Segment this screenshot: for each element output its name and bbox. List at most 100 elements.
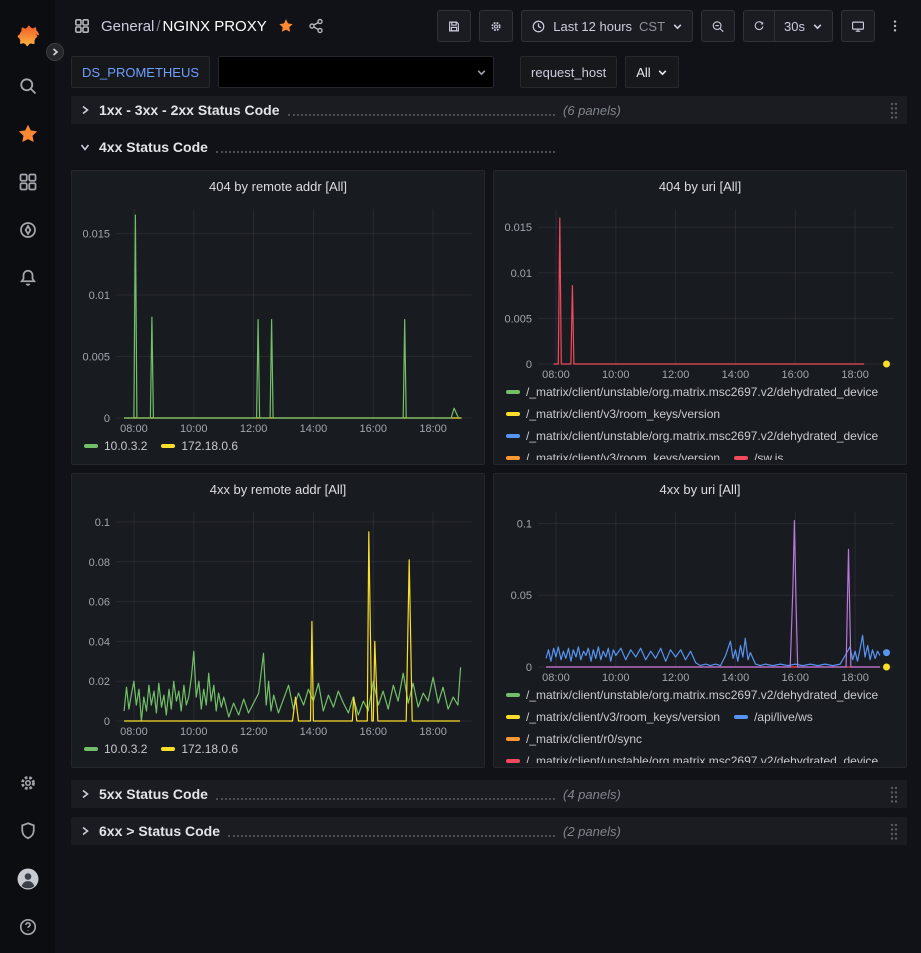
row-dotted-leader [216,151,555,153]
chevron-down-icon [657,67,668,78]
save-dashboard-button[interactable] [437,10,471,42]
svg-text:18:00: 18:00 [841,369,869,381]
panel-title[interactable]: 4xx by uri [All] [498,474,902,504]
share-dashboard-button[interactable] [305,15,327,37]
row-5xx[interactable]: 5xx Status Code (4 panels) [71,780,907,808]
time-range-label: Last 12 hours [553,19,632,34]
sidebar-item-dashboards[interactable] [0,158,55,206]
sidebar-item-explore[interactable] [0,206,55,254]
kebab-menu-icon [888,18,902,34]
apps-grid-icon[interactable] [71,15,93,37]
series-color-swatch [84,747,98,751]
dashboard-settings-button[interactable] [479,10,513,42]
breadcrumb-separator: / [156,18,160,35]
series-color-swatch [734,456,748,460]
favorite-star-button[interactable] [275,15,297,37]
svg-text:0: 0 [526,662,532,674]
legend-item[interactable]: 10.0.3.2 [84,438,147,454]
panel-legend: /_matrix/client/unstable/org.matrix.msc2… [498,382,902,460]
chart-404-by-uri[interactable]: 08:0010:0012:0014:0016:0018:0000.0050.01… [498,201,902,382]
legend-item[interactable]: /_matrix/client/v3/room_keys/version [506,406,720,422]
breadcrumb-section[interactable]: General [101,18,154,35]
chart-4xx-by-uri[interactable]: 08:0010:0012:0014:0016:0018:0000.050.1 [498,504,902,685]
svg-text:08:00: 08:00 [542,369,570,381]
chevron-down-icon [672,21,683,32]
sidebar-item-alerting[interactable] [0,254,55,302]
svg-text:12:00: 12:00 [662,369,690,381]
svg-text:16:00: 16:00 [360,726,388,738]
sidebar-item-configuration[interactable] [0,759,55,807]
refresh-interval-dropdown[interactable]: 30s [775,10,833,42]
svg-text:14:00: 14:00 [722,369,750,381]
row-panel-count: (6 panels) [563,103,621,118]
row-drag-handle[interactable] [889,822,899,840]
legend-item[interactable]: /_matrix/client/v3/room_keys/version [506,450,720,460]
series-label: 10.0.3.2 [104,742,147,756]
series-label: 172.18.0.6 [181,742,238,756]
legend-item[interactable]: /_matrix/client/unstable/org.matrix.msc2… [506,687,878,703]
refresh-dashboard-button[interactable] [743,10,775,42]
datasource-variable-label[interactable]: DS_PROMETHEUS [71,56,210,88]
request-host-value: All [636,65,650,80]
panel-title[interactable]: 404 by remote addr [All] [76,171,480,201]
legend-item[interactable]: /sw.js [734,450,783,460]
row-dotted-leader [228,835,555,837]
row-6xx[interactable]: 6xx > Status Code (2 panels) [71,817,907,845]
shield-icon [18,821,38,841]
legend-item[interactable]: 172.18.0.6 [161,741,238,757]
sidebar [0,0,55,953]
panel-4xx-by-uri: 4xx by uri [All] 08:0010:0012:0014:0016:… [493,473,907,768]
more-options-button[interactable] [883,10,907,42]
legend-item[interactable]: /_matrix/client/unstable/org.matrix.msc2… [506,428,878,444]
main-area: General / NGINX PROXY [55,0,921,953]
series-label: 172.18.0.6 [181,439,238,453]
avatar [16,867,40,891]
chevron-right-icon [51,48,59,56]
legend-item[interactable]: /_matrix/client/unstable/org.matrix.msc2… [506,753,878,763]
chart-404-by-remote-addr[interactable]: 08:0010:0012:0014:0016:0018:0000.0050.01… [76,201,480,436]
legend-item[interactable]: /_matrix/client/v3/room_keys/version [506,709,720,725]
panel-title[interactable]: 4xx by remote addr [All] [76,474,480,504]
breadcrumb-dashboard-title[interactable]: NGINX PROXY [163,18,267,35]
zoom-out-time-button[interactable] [701,10,735,42]
row-drag-handle[interactable] [889,101,899,119]
chart-4xx-by-remote-addr[interactable]: 08:0010:0012:0014:0016:0018:0000.020.040… [76,504,480,739]
row-4xx[interactable]: 4xx Status Code [71,133,907,161]
row-drag-handle[interactable] [889,785,899,803]
svg-text:12:00: 12:00 [240,726,268,738]
svg-text:14:00: 14:00 [300,423,328,435]
search-icon [18,76,38,96]
row-title: 5xx Status Code [99,786,208,802]
request-host-variable-select[interactable]: All [625,56,678,88]
series-label: 10.0.3.2 [104,439,147,453]
svg-text:18:00: 18:00 [841,672,869,684]
sidebar-item-profile[interactable] [0,855,55,903]
series-color-swatch [506,693,520,697]
datasource-variable-select[interactable] [218,56,494,88]
sidebar-item-search[interactable] [0,62,55,110]
legend-item[interactable]: /_matrix/client/unstable/org.matrix.msc2… [506,384,878,400]
svg-text:08:00: 08:00 [542,672,570,684]
cycle-view-mode-button[interactable] [841,10,875,42]
legend-item[interactable]: 172.18.0.6 [161,438,238,454]
variables-bar: DS_PROMETHEUS request_host All [55,52,921,92]
panel-title[interactable]: 404 by uri [All] [498,171,902,201]
legend-item[interactable]: /api/live/ws [734,709,813,725]
sidebar-item-help[interactable] [0,903,55,951]
sidebar-item-server-admin[interactable] [0,807,55,855]
panel-404-by-remote-addr: 404 by remote addr [All] 08:0010:0012:00… [71,170,485,465]
legend-item[interactable]: 10.0.3.2 [84,741,147,757]
grafana-app: General / NGINX PROXY [0,0,921,953]
row-panel-count: (2 panels) [563,824,621,839]
svg-text:10:00: 10:00 [602,369,630,381]
svg-text:0: 0 [526,359,532,371]
row-1xx-3xx-2xx[interactable]: 1xx - 3xx - 2xx Status Code (6 panels) [71,96,907,124]
sidebar-expand-button[interactable] [46,43,64,61]
chevron-right-icon [77,826,93,836]
row-title: 4xx Status Code [99,139,208,155]
legend-item[interactable]: /_matrix/client/r0/sync [506,731,642,747]
time-range-picker[interactable]: Last 12 hours CST [521,10,693,42]
sidebar-item-starred[interactable] [0,110,55,158]
request-host-variable-label[interactable]: request_host [520,56,617,88]
svg-text:14:00: 14:00 [722,672,750,684]
